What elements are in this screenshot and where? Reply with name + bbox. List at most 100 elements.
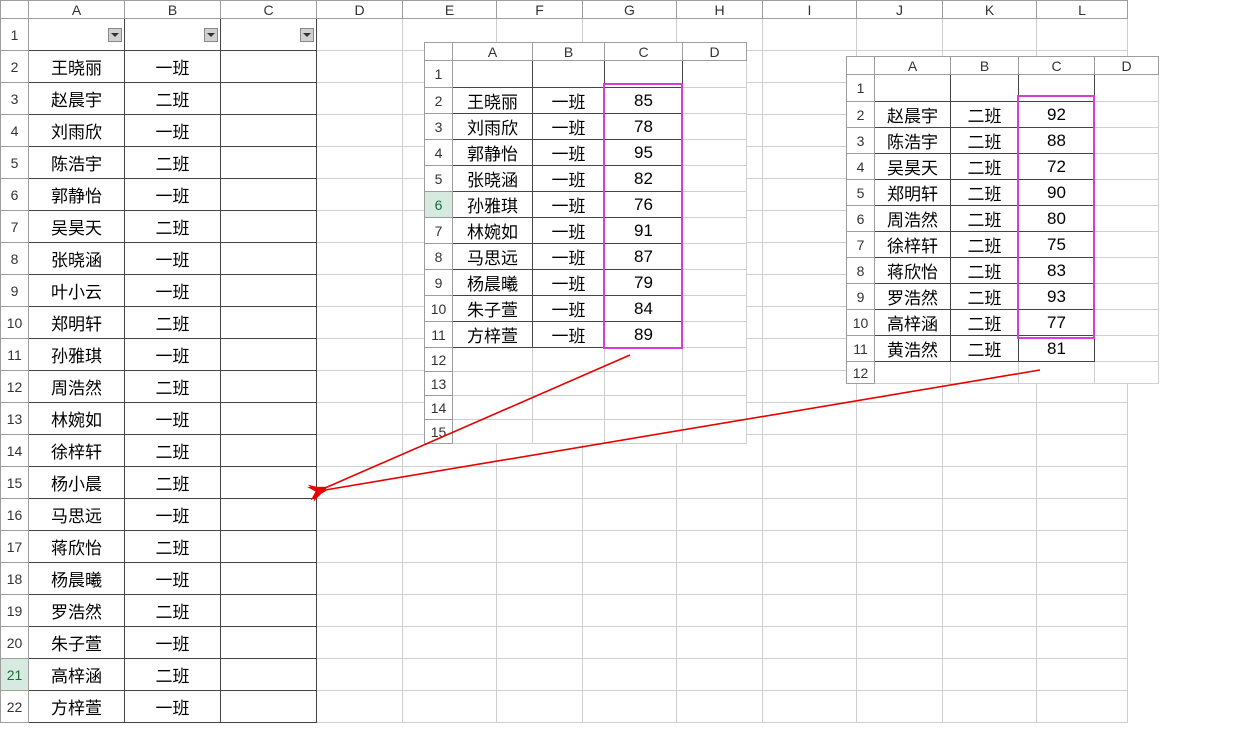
- cell-A13[interactable]: [453, 372, 533, 396]
- cell-B6[interactable]: 二班: [951, 206, 1019, 232]
- cell-C4[interactable]: 72: [1019, 154, 1095, 180]
- cell-B2[interactable]: 一班: [533, 88, 605, 114]
- cell-A14[interactable]: 徐梓轩: [29, 435, 125, 467]
- row-header-8[interactable]: 8: [847, 258, 875, 284]
- cell-K22[interactable]: [943, 691, 1037, 723]
- row-header-14[interactable]: 14: [1, 435, 29, 467]
- cell-G17[interactable]: [583, 531, 677, 563]
- cell-D2[interactable]: [317, 51, 403, 83]
- cell-L14[interactable]: [1037, 435, 1128, 467]
- cell-J20[interactable]: [857, 627, 943, 659]
- row-header-3[interactable]: 3: [1, 83, 29, 115]
- corner-cell[interactable]: [1, 1, 29, 19]
- cell-A6[interactable]: 孙雅琪: [453, 192, 533, 218]
- row-header-3[interactable]: 3: [847, 128, 875, 154]
- cell-C21[interactable]: [221, 659, 317, 691]
- filter-dropdown-icon[interactable]: [300, 28, 314, 42]
- row-header-15[interactable]: 15: [425, 420, 453, 444]
- cell-B12[interactable]: [951, 362, 1019, 384]
- cell-D4[interactable]: [317, 115, 403, 147]
- cell-B7[interactable]: 二班: [125, 211, 221, 243]
- cell-A4[interactable]: 郭静怡: [453, 140, 533, 166]
- cell-I12[interactable]: [763, 371, 857, 403]
- cell-B11[interactable]: 二班: [951, 336, 1019, 362]
- cell-D6[interactable]: [317, 179, 403, 211]
- row-header-2[interactable]: 2: [847, 102, 875, 128]
- cell-E21[interactable]: [403, 659, 497, 691]
- cell-C2[interactable]: 85: [605, 88, 683, 114]
- cell-A8[interactable]: 蒋欣怡: [875, 258, 951, 284]
- cell-D12[interactable]: [683, 348, 747, 372]
- cell-L16[interactable]: [1037, 499, 1128, 531]
- row-header-1[interactable]: 1: [847, 75, 875, 102]
- cell-I20[interactable]: [763, 627, 857, 659]
- cell-D11[interactable]: [1095, 336, 1159, 362]
- row-header-7[interactable]: 7: [847, 232, 875, 258]
- cell-C12[interactable]: [221, 371, 317, 403]
- cell-B12[interactable]: 二班: [125, 371, 221, 403]
- cell-A21[interactable]: 高梓涵: [29, 659, 125, 691]
- cell-C3[interactable]: [221, 83, 317, 115]
- cell-J13[interactable]: [857, 403, 943, 435]
- cell-G16[interactable]: [583, 499, 677, 531]
- sub-spreadsheet-class1[interactable]: ABCD1姓名班级分数2王晓丽一班853刘雨欣一班784郭静怡一班955张晓涵一…: [424, 42, 747, 444]
- cell-I6[interactable]: [763, 179, 857, 211]
- cell-C18[interactable]: [221, 563, 317, 595]
- cell-D11[interactable]: [683, 322, 747, 348]
- cell-B4[interactable]: 一班: [125, 115, 221, 147]
- cell-A10[interactable]: 朱子萱: [453, 296, 533, 322]
- cell-F19[interactable]: [497, 595, 583, 627]
- cell-D12[interactable]: [317, 371, 403, 403]
- cell-J18[interactable]: [857, 563, 943, 595]
- cell-G22[interactable]: [583, 691, 677, 723]
- cell-F22[interactable]: [497, 691, 583, 723]
- cell-I9[interactable]: [763, 275, 857, 307]
- cell-B10[interactable]: 二班: [125, 307, 221, 339]
- row-header-13[interactable]: 13: [425, 372, 453, 396]
- col-header-D[interactable]: D: [683, 43, 747, 61]
- col-header-C[interactable]: C: [605, 43, 683, 61]
- cell-A2[interactable]: 赵晨宇: [875, 102, 951, 128]
- cell-D20[interactable]: [317, 627, 403, 659]
- cell-D1[interactable]: [1095, 75, 1159, 102]
- cell-C12[interactable]: [605, 348, 683, 372]
- cell-H20[interactable]: [677, 627, 763, 659]
- col-header-D[interactable]: D: [1095, 57, 1159, 75]
- cell-B10[interactable]: 二班: [951, 310, 1019, 336]
- cell-B5[interactable]: 二班: [951, 180, 1019, 206]
- cell-I7[interactable]: [763, 211, 857, 243]
- cell-D21[interactable]: [317, 659, 403, 691]
- cell-A20[interactable]: 朱子萱: [29, 627, 125, 659]
- cell-A9[interactable]: 叶小云: [29, 275, 125, 307]
- cell-A4[interactable]: 刘雨欣: [29, 115, 125, 147]
- cell-D4[interactable]: [683, 140, 747, 166]
- cell-D17[interactable]: [317, 531, 403, 563]
- cell-D7[interactable]: [683, 218, 747, 244]
- cell-C7[interactable]: [221, 211, 317, 243]
- cell-D1[interactable]: [317, 19, 403, 51]
- row-header-2[interactable]: 2: [425, 88, 453, 114]
- cell-C8[interactable]: 83: [1019, 258, 1095, 284]
- cell-J22[interactable]: [857, 691, 943, 723]
- col-header-A[interactable]: A: [453, 43, 533, 61]
- cell-H21[interactable]: [677, 659, 763, 691]
- row-header-19[interactable]: 19: [1, 595, 29, 627]
- row-header-8[interactable]: 8: [1, 243, 29, 275]
- cell-B1[interactable]: 班级: [533, 61, 605, 88]
- cell-C5[interactable]: 82: [605, 166, 683, 192]
- cell-B3[interactable]: 二班: [125, 83, 221, 115]
- cell-L22[interactable]: [1037, 691, 1128, 723]
- filter-dropdown-icon[interactable]: [204, 28, 218, 42]
- cell-A7[interactable]: 徐梓轩: [875, 232, 951, 258]
- cell-D4[interactable]: [1095, 154, 1159, 180]
- cell-D9[interactable]: [1095, 284, 1159, 310]
- cell-B8[interactable]: 一班: [125, 243, 221, 275]
- row-header-11[interactable]: 11: [847, 336, 875, 362]
- row-header-3[interactable]: 3: [425, 114, 453, 140]
- cell-B17[interactable]: 二班: [125, 531, 221, 563]
- cell-B7[interactable]: 二班: [951, 232, 1019, 258]
- col-header-E[interactable]: E: [403, 1, 497, 19]
- cell-D3[interactable]: [683, 114, 747, 140]
- cell-D8[interactable]: [317, 243, 403, 275]
- cell-D7[interactable]: [317, 211, 403, 243]
